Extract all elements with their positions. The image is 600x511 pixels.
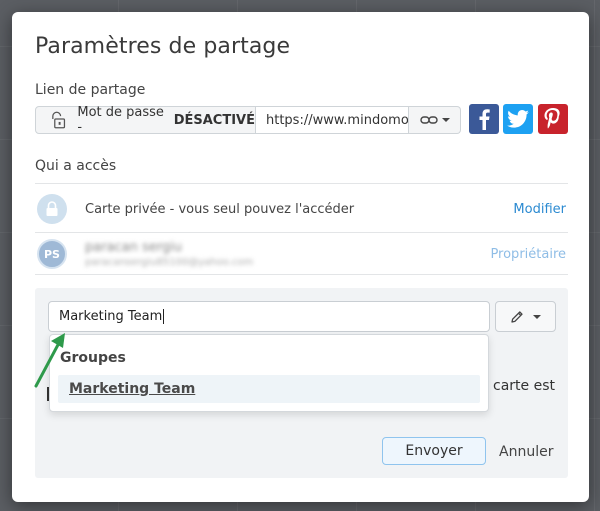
share-settings-dialog: Paramètres de partage Lien de partage Mo… — [12, 12, 589, 502]
divider — [35, 274, 568, 275]
modify-privacy-link[interactable]: Modifier — [513, 202, 566, 217]
chevron-down-icon — [441, 118, 450, 122]
twitter-icon — [507, 110, 529, 128]
autocomplete-item-marketing-team[interactable]: Marketing Team — [58, 375, 480, 403]
permission-dropdown[interactable] — [495, 301, 556, 332]
password-state: DÉSACTIVÉ — [173, 112, 255, 128]
divider — [35, 183, 568, 184]
facebook-icon — [479, 109, 490, 130]
owner-role-label: Propriétaire — [490, 246, 566, 262]
dialog-title: Paramètres de partage — [35, 34, 291, 59]
pencil-icon — [511, 310, 523, 323]
share-link-label: Lien de partage — [35, 82, 146, 98]
padlock-icon — [52, 111, 66, 129]
password-prefix: Mot de passe - — [77, 105, 164, 135]
owner-name: paracan sergiu — [85, 240, 183, 255]
text-cursor — [163, 309, 165, 324]
pinterest-share-button[interactable] — [538, 104, 568, 134]
autocomplete-dropdown: Groupes Marketing Team — [49, 334, 489, 412]
invite-input[interactable]: Marketing Team — [48, 301, 490, 332]
annotation-arrow-icon — [34, 333, 65, 388]
access-row-owner: PS paracan sergiu paracansergiu85100@yah… — [35, 233, 568, 275]
pinterest-icon — [544, 108, 560, 129]
send-button[interactable]: Envoyer — [382, 437, 486, 465]
who-has-access-label: Qui a accès — [35, 158, 117, 174]
access-row-privacy: Carte privée - vous seul pouvez l'accéde… — [35, 188, 568, 230]
chain-link-icon — [419, 116, 438, 124]
twitter-share-button[interactable] — [503, 104, 533, 134]
share-link-row: Mot de passe - DÉSACTIVÉ https://www.min… — [35, 105, 461, 135]
owner-email: paracansergiu85100@yahoo.com — [85, 257, 254, 268]
avatar — [37, 194, 67, 224]
cancel-button[interactable]: Annuler — [499, 444, 553, 460]
lock-icon — [46, 201, 58, 216]
privacy-status-text: Carte privée - vous seul pouvez l'accéde… — [85, 201, 355, 217]
invite-input-value: Marketing Team — [59, 309, 163, 324]
share-url-field[interactable]: https://www.mindomo.com/ — [256, 106, 409, 134]
password-toggle-button[interactable]: Mot de passe - DÉSACTIVÉ — [35, 105, 256, 135]
notify-option-text: carte est — [493, 378, 555, 394]
owner-identity: paracan sergiu paracansergiu85100@yahoo.… — [85, 240, 253, 268]
facebook-share-button[interactable] — [469, 104, 499, 134]
link-options-dropdown[interactable] — [409, 106, 461, 134]
chevron-down-icon — [533, 314, 541, 319]
avatar: PS — [37, 239, 67, 269]
